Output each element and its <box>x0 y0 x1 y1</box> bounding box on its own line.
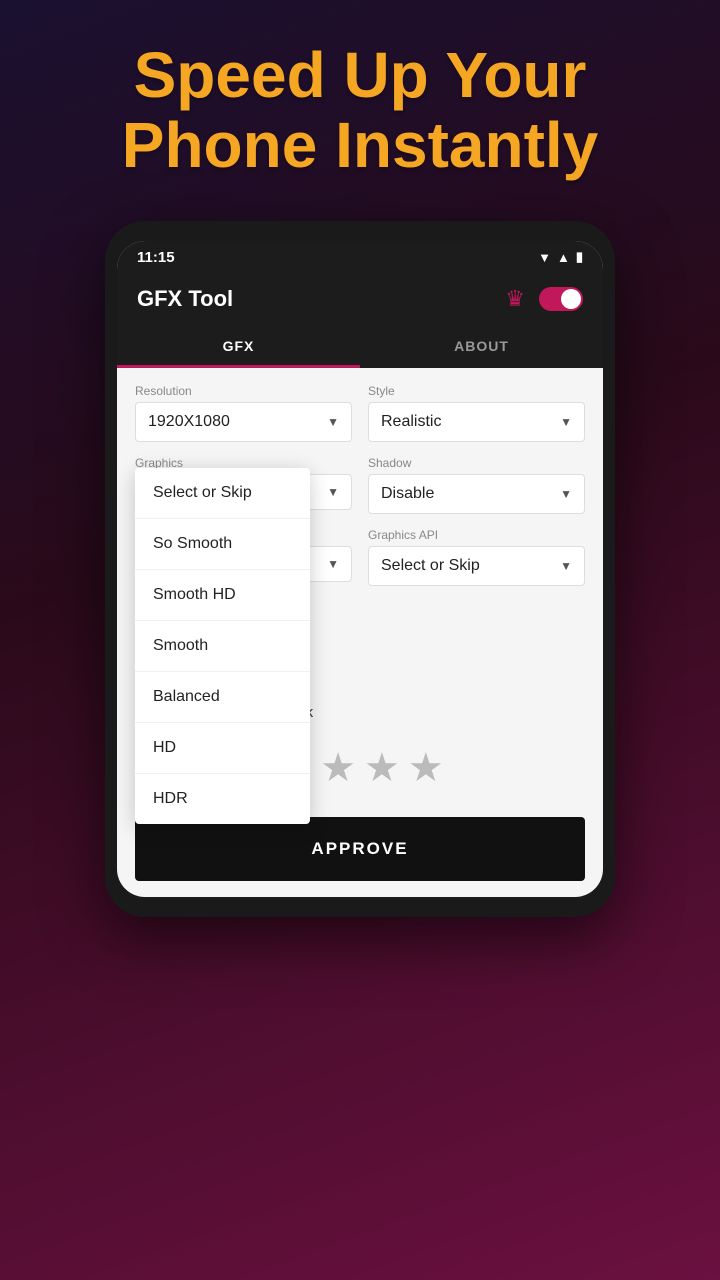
shadow-select[interactable]: Disable ▼ <box>368 474 585 514</box>
phone-frame: 11:15 ▼ ▲ ▮ GFX Tool ♛ GFX ABOUT <box>105 221 615 917</box>
content-area: Resolution 1920X1080 ▼ Style Realistic ▼ <box>117 368 603 817</box>
tab-about[interactable]: ABOUT <box>360 324 603 368</box>
group-resolution: Resolution 1920X1080 ▼ <box>135 384 352 442</box>
toggle-switch[interactable] <box>539 287 583 311</box>
style-chevron: ▼ <box>560 415 572 429</box>
style-label: Style <box>368 384 585 398</box>
tab-gfx[interactable]: GFX <box>117 324 360 368</box>
group-style: Style Realistic ▼ <box>368 384 585 442</box>
style-select[interactable]: Realistic ▼ <box>368 402 585 442</box>
star-4[interactable]: ★ <box>408 745 444 791</box>
shadow-chevron: ▼ <box>560 487 572 501</box>
app-header: GFX Tool ♛ <box>117 274 603 324</box>
graphics-api-chevron: ▼ <box>560 559 572 573</box>
status-time: 11:15 <box>137 249 175 266</box>
wifi-icon: ▼ <box>538 250 551 265</box>
graphics-dropdown: Select or Skip So Smooth Smooth HD Smoot… <box>135 468 310 824</box>
graphics-api-value: Select or Skip <box>381 557 480 575</box>
resolution-chevron: ▼ <box>327 415 339 429</box>
graphics-chevron: ▼ <box>327 485 339 499</box>
crown-icon[interactable]: ♛ <box>505 286 525 312</box>
approve-button[interactable]: APPROVE <box>135 817 585 881</box>
star-2[interactable]: ★ <box>320 745 356 791</box>
battery-icon: ▮ <box>576 249 583 265</box>
status-icons: ▼ ▲ ▮ <box>538 249 583 265</box>
hero-title: Speed Up Your Phone Instantly <box>0 0 720 211</box>
row-resolution-style: Resolution 1920X1080 ▼ Style Realistic ▼ <box>135 384 585 442</box>
dropdown-item-hd[interactable]: HD <box>135 723 310 774</box>
phone-screen: 11:15 ▼ ▲ ▮ GFX Tool ♛ GFX ABOUT <box>117 241 603 897</box>
fps-chevron: ▼ <box>327 557 339 571</box>
group-shadow: Shadow Disable ▼ <box>368 456 585 514</box>
dropdown-item-smooth[interactable]: Smooth <box>135 621 310 672</box>
app-title: GFX Tool <box>137 286 233 312</box>
dropdown-item-smooth-hd[interactable]: Smooth HD <box>135 570 310 621</box>
star-3[interactable]: ★ <box>364 745 400 791</box>
graphics-api-select[interactable]: Select or Skip ▼ <box>368 546 585 586</box>
dropdown-item-balanced[interactable]: Balanced <box>135 672 310 723</box>
style-value: Realistic <box>381 413 441 431</box>
dropdown-item-so-smooth[interactable]: So Smooth <box>135 519 310 570</box>
signal-icon: ▲ <box>557 250 570 265</box>
graphics-api-label: Graphics API <box>368 528 585 542</box>
shadow-label: Shadow <box>368 456 585 470</box>
resolution-value: 1920X1080 <box>148 413 230 431</box>
status-bar: 11:15 ▼ ▲ ▮ <box>117 241 603 274</box>
dropdown-item-select-or-skip[interactable]: Select or Skip <box>135 468 310 519</box>
dropdown-item-hdr[interactable]: HDR <box>135 774 310 824</box>
tabs-bar: GFX ABOUT <box>117 324 603 368</box>
resolution-select[interactable]: 1920X1080 ▼ <box>135 402 352 442</box>
resolution-label: Resolution <box>135 384 352 398</box>
hero-section: Speed Up Your Phone Instantly <box>0 0 720 211</box>
shadow-value: Disable <box>381 485 434 503</box>
group-graphics-api: Graphics API Select or Skip ▼ <box>368 528 585 586</box>
header-icons: ♛ <box>505 286 583 312</box>
